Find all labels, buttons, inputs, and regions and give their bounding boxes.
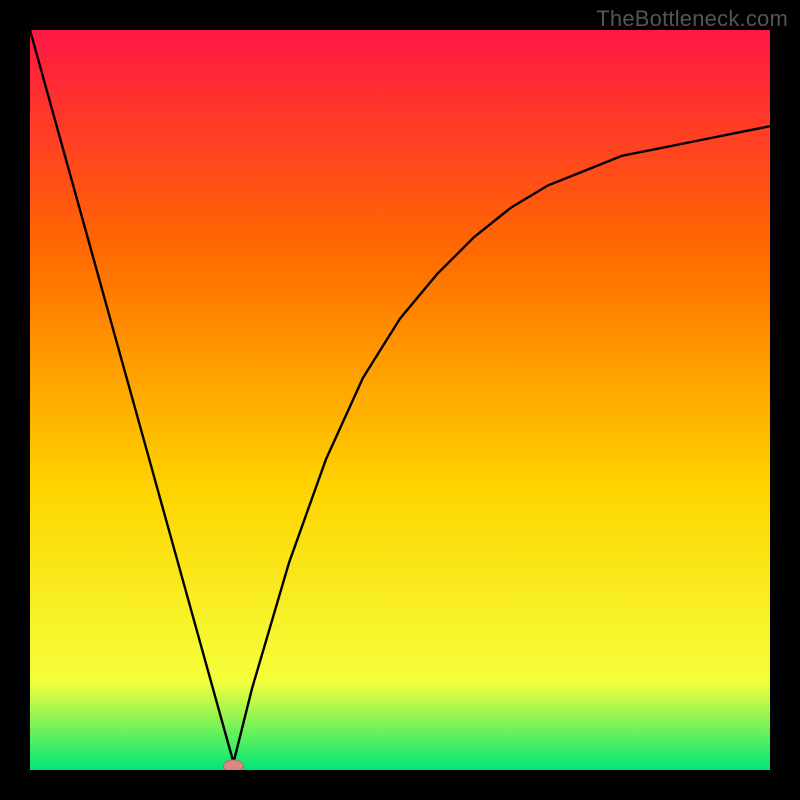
watermark-label: TheBottleneck.com xyxy=(596,6,788,32)
curve-minimum-marker xyxy=(224,760,244,770)
chart-frame: TheBottleneck.com xyxy=(0,0,800,800)
gradient-background xyxy=(30,30,770,770)
chart-svg xyxy=(30,30,770,770)
plot-area xyxy=(30,30,770,770)
